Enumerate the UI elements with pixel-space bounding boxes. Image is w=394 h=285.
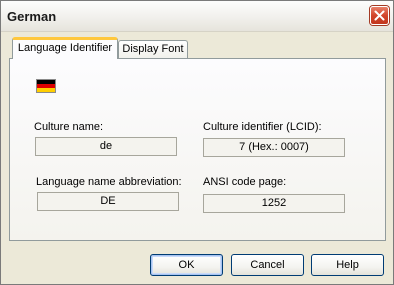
- flag-band-gold: [37, 88, 55, 92]
- close-icon: [374, 10, 385, 21]
- ansi-code-page-label: ANSI code page:: [203, 176, 287, 188]
- ansi-code-page-field[interactable]: 1252: [203, 194, 345, 213]
- culture-name-label: Culture name:: [34, 121, 104, 133]
- title-bar[interactable]: German: [1, 1, 393, 32]
- tab-display-font[interactable]: Display Font: [118, 40, 188, 59]
- help-button[interactable]: Help: [311, 254, 384, 276]
- lcid-label: Culture identifier (LCID):: [203, 121, 322, 133]
- ok-button[interactable]: OK: [150, 254, 223, 276]
- tab-language-identifier[interactable]: Language Identifier: [12, 37, 118, 59]
- tab-panel: Culture name: de Culture identifier (LCI…: [9, 58, 386, 241]
- germany-flag-icon: [36, 79, 56, 93]
- abbreviation-label: Language name abbreviation:: [36, 176, 182, 188]
- lcid-field[interactable]: 7 (Hex.: 0007): [203, 138, 345, 157]
- cancel-button[interactable]: Cancel: [231, 254, 304, 276]
- dialog-window: German Language Identifier Display Font …: [0, 0, 394, 285]
- culture-name-field[interactable]: de: [35, 137, 177, 156]
- window-title: German: [7, 9, 57, 24]
- close-button[interactable]: [370, 6, 389, 25]
- abbreviation-field[interactable]: DE: [37, 192, 179, 211]
